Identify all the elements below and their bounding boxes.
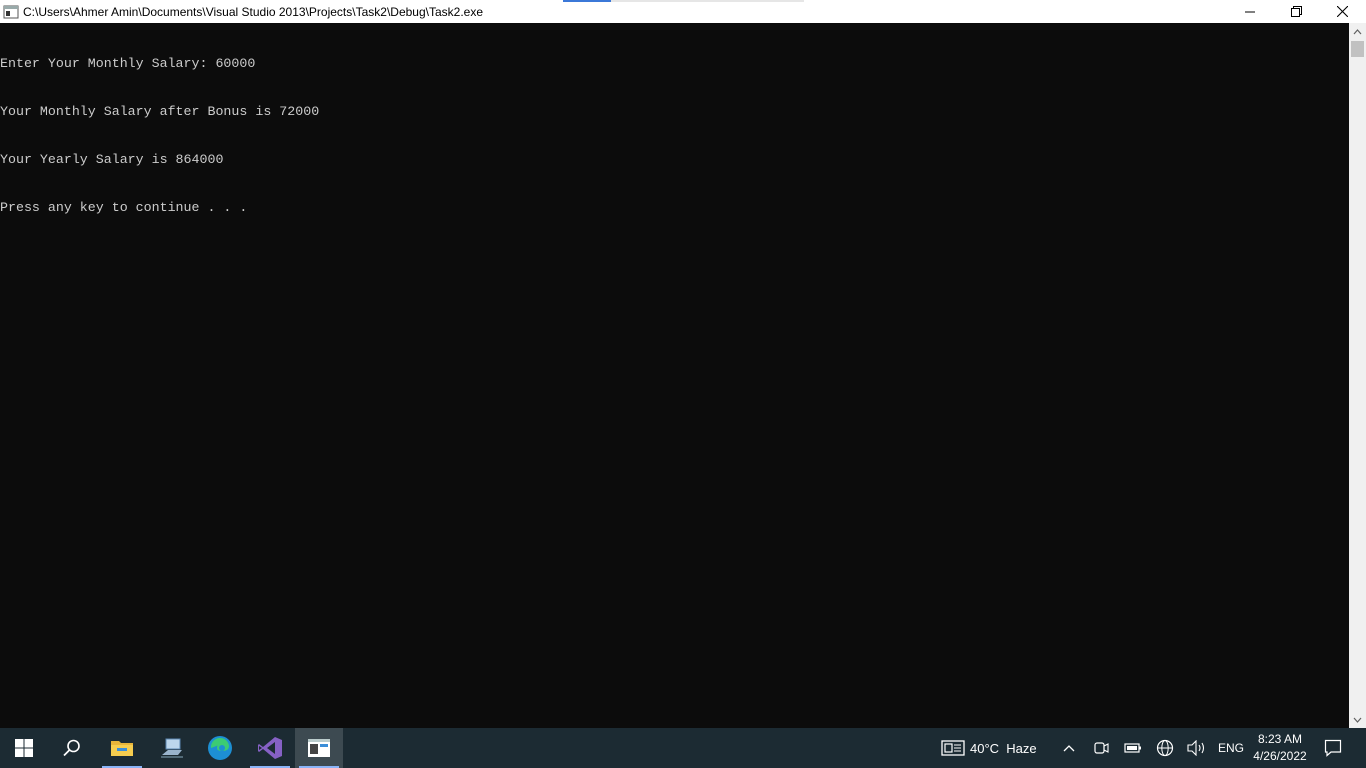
weather-widget-icon-wrap[interactable] (940, 728, 966, 768)
computer-icon (161, 738, 183, 758)
action-center-button[interactable] (1320, 728, 1346, 768)
battery-icon (1124, 743, 1141, 753)
title-bar[interactable]: C:\Users\Ahmer Amin\Documents\Visual Stu… (0, 0, 1366, 23)
weather-text: 40°C Haze (970, 740, 1037, 756)
chevron-down-icon (1353, 717, 1362, 723)
console-app-icon (3, 5, 19, 18)
console-icon (308, 739, 330, 757)
taskbar-visual-studio[interactable] (246, 728, 294, 768)
close-icon (1336, 6, 1348, 17)
clock-date: 4/26/2022 (1253, 749, 1307, 763)
scroll-up-button[interactable] (1349, 23, 1366, 40)
input-language[interactable]: ENG (1214, 728, 1248, 768)
chevron-up-icon (1353, 28, 1362, 34)
console-line: Press any key to continue . . . (0, 200, 248, 215)
taskbar-file-explorer[interactable] (98, 728, 146, 768)
windows-logo-icon (15, 739, 33, 757)
taskbar-edge[interactable] (196, 728, 244, 768)
speaker-icon (1187, 740, 1205, 756)
network-button[interactable] (1155, 728, 1175, 768)
restore-button[interactable] (1273, 0, 1319, 23)
window-title: C:\Users\Ahmer Amin\Documents\Visual Stu… (23, 4, 483, 19)
taskbar-console-window[interactable] (295, 728, 343, 768)
camera-icon (1094, 742, 1109, 754)
news-weather-icon (941, 740, 965, 756)
battery-button[interactable] (1123, 728, 1143, 768)
restore-icon (1290, 6, 1302, 17)
title-accent-line-2 (611, 0, 804, 2)
clock[interactable]: 8:23 AM 4/26/2022 (1248, 731, 1312, 765)
volume-button[interactable] (1186, 728, 1208, 768)
clock-time: 8:23 AM (1257, 732, 1303, 746)
chevron-up-icon (1063, 745, 1075, 752)
start-button[interactable] (0, 728, 48, 768)
minimize-button[interactable] (1227, 0, 1273, 23)
visual-studio-icon (258, 737, 282, 759)
meet-now-button[interactable] (1091, 728, 1111, 768)
folder-icon (111, 741, 133, 756)
search-button[interactable] (48, 728, 96, 768)
minimize-icon (1245, 11, 1255, 12)
edge-icon (208, 736, 232, 760)
notification-icon (1324, 739, 1342, 757)
scroll-down-button[interactable] (1349, 711, 1366, 728)
console-line: Your Yearly Salary is 864000 (0, 152, 224, 167)
weather-widget[interactable]: 40°C Haze (970, 728, 1046, 768)
scroll-thumb[interactable] (1351, 41, 1364, 57)
console-line: Enter Your Monthly Salary: 60000 (0, 56, 256, 71)
vertical-scrollbar[interactable] (1349, 23, 1366, 728)
console-output[interactable]: Enter Your Monthly Salary: 60000 Your Mo… (0, 23, 1349, 728)
title-accent-line (563, 0, 611, 2)
globe-icon (1156, 739, 1174, 757)
close-button[interactable] (1319, 0, 1365, 23)
search-icon (63, 739, 80, 757)
taskbar-network-computer[interactable] (148, 728, 196, 768)
console-line: Your Monthly Salary after Bonus is 72000 (0, 104, 320, 119)
taskbar: 40°C Haze ENG 8:23 AM 4/26/2022 (0, 728, 1366, 768)
show-hidden-icons-button[interactable] (1058, 728, 1080, 768)
